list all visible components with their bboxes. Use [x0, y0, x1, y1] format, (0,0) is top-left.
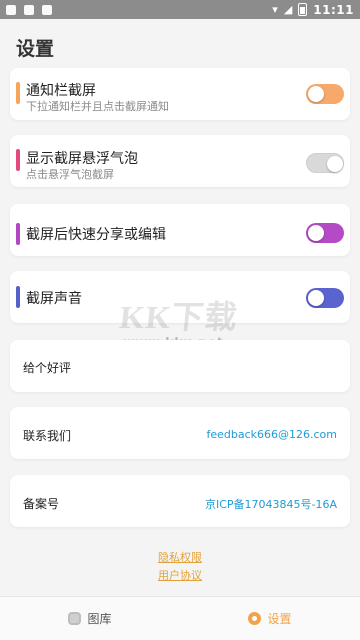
accent-bar: [16, 286, 20, 308]
toggle-notification-screenshot[interactable]: [306, 84, 344, 104]
accent-bar: [16, 149, 20, 171]
row-label: 联系我们: [23, 429, 72, 443]
row-rate[interactable]: 给个好评: [10, 340, 350, 392]
nav-gallery[interactable]: 图库: [0, 597, 180, 640]
page-title: 设置: [16, 38, 55, 60]
setting-title: 截屏声音: [26, 291, 82, 307]
setting-title: 显示截屏悬浮气泡: [26, 151, 138, 167]
footer-links: 隐私权限 用户协议: [0, 549, 360, 585]
icp-number-link[interactable]: 京ICP备17043845号-16A: [205, 496, 337, 512]
contact-email-link[interactable]: feedback666@126.com: [206, 428, 337, 441]
row-contact[interactable]: 联系我们 feedback666@126.com: [10, 407, 350, 459]
status-right: ▾ ◢ 11:11: [272, 3, 354, 17]
status-left-icons: [6, 4, 52, 15]
row-label: 给个好评: [23, 361, 72, 375]
row-icp[interactable]: 备案号 京ICP备17043845号-16A: [10, 475, 350, 527]
gallery-icon: [68, 612, 82, 625]
signal-icon: ◢: [283, 3, 293, 16]
setting-card-floating-bubble: 显示截屏悬浮气泡 点击悬浮气泡截屏: [10, 135, 350, 187]
toggle-knob: [308, 225, 324, 241]
toggle-knob: [308, 86, 324, 102]
setting-title: 截屏后快速分享或编辑: [26, 227, 166, 243]
row-label: 备案号: [23, 497, 60, 511]
battery-icon: [298, 3, 308, 16]
nav-settings[interactable]: 设置: [180, 597, 360, 640]
toggle-knob: [327, 156, 343, 172]
watermark-logo: KK下载: [117, 299, 240, 335]
nav-settings-label: 设置: [267, 612, 292, 626]
agreement-link[interactable]: 用户协议: [0, 567, 360, 585]
accent-bar: [16, 82, 20, 104]
bottom-nav: 图库 设置: [0, 596, 360, 640]
nav-gallery-label: 图库: [87, 612, 112, 626]
notification-icon: [6, 4, 16, 15]
app-icon: [42, 4, 52, 15]
toggle-knob: [308, 290, 324, 306]
status-bar: ▾ ◢ 11:11: [0, 0, 360, 19]
setting-subtitle: 点击悬浮气泡截屏: [26, 168, 114, 181]
image-icon: [24, 4, 34, 15]
accent-bar: [16, 223, 20, 245]
setting-subtitle: 下拉通知栏并且点击截屏通知: [26, 100, 169, 113]
toggle-quick-share[interactable]: [306, 223, 344, 243]
status-time: 11:11: [313, 2, 354, 17]
setting-title: 通知栏截屏: [26, 83, 96, 99]
setting-card-notification-screenshot: 通知栏截屏 下拉通知栏并且点击截屏通知: [10, 68, 350, 120]
settings-icon: [248, 612, 262, 625]
toggle-floating-bubble[interactable]: [306, 153, 344, 173]
privacy-link[interactable]: 隐私权限: [0, 549, 360, 567]
wifi-icon: ▾: [272, 3, 278, 16]
setting-card-quick-share: 截屏后快速分享或编辑: [10, 204, 350, 256]
toggle-screenshot-sound[interactable]: [306, 288, 344, 308]
